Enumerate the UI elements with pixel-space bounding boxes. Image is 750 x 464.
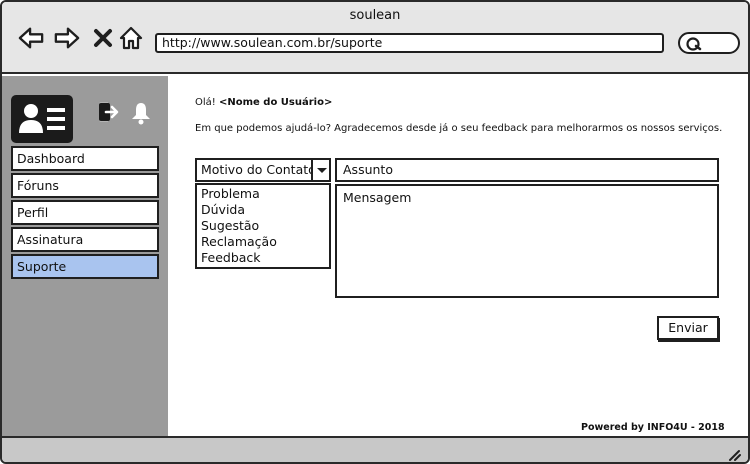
option-item[interactable]: Reclamação (201, 234, 325, 250)
help-question: Em que podemos ajudá-lo? Agradecemos des… (195, 123, 723, 134)
sidebar-item-dashboard[interactable]: Dashboard (11, 146, 159, 171)
option-item[interactable]: Feedback (201, 250, 325, 266)
contact-reason-value: Motivo do Contato (201, 162, 316, 177)
url-input[interactable]: http://www.soulean.com.br/suporte (155, 33, 664, 53)
browser-window: soulean http://www.soulean.com.br/suport… (0, 0, 750, 464)
greeting-prefix: Olá! (195, 97, 216, 108)
subject-input[interactable]: Assunto (335, 158, 719, 182)
user-name: <Nome do Usuário> (218, 97, 333, 108)
sidebar-item-suporte[interactable]: Suporte (11, 254, 159, 279)
home-icon[interactable] (118, 24, 144, 52)
bell-icon[interactable] (129, 101, 153, 129)
contact-reason-select[interactable]: Motivo do Contato (195, 158, 331, 182)
search-box[interactable] (678, 32, 740, 54)
browser-chrome: soulean http://www.soulean.com.br/suport… (2, 2, 748, 74)
send-button[interactable]: Enviar (657, 316, 719, 340)
window-title: soulean (349, 8, 401, 23)
search-icon (685, 36, 703, 56)
sidebar-item-foruns[interactable]: Fóruns (11, 173, 159, 198)
sidebar-item-perfil[interactable]: Perfil (11, 200, 159, 225)
sidebar-item-assinatura[interactable]: Assinatura (11, 227, 159, 252)
message-textarea[interactable]: Mensagem (335, 184, 719, 298)
user-card-icon[interactable] (11, 95, 73, 143)
chevron-down-icon[interactable] (311, 158, 331, 182)
status-bar (2, 436, 748, 462)
resize-grip-icon[interactable] (728, 446, 742, 462)
option-item[interactable]: Problema (201, 186, 325, 202)
sidebar-menu: Dashboard Fóruns Perfil Assinatura Supor… (11, 146, 159, 281)
sidebar: Dashboard Fóruns Perfil Assinatura Supor… (2, 76, 168, 436)
logout-icon[interactable] (98, 101, 122, 127)
arrow-left-icon[interactable] (18, 24, 44, 52)
arrow-right-icon[interactable] (54, 24, 80, 52)
option-item[interactable]: Sugestão (201, 218, 325, 234)
option-item[interactable]: Dúvida (201, 202, 325, 218)
close-icon[interactable] (90, 24, 116, 52)
greeting: Olá! <Nome do Usuário> (195, 97, 332, 108)
contact-reason-options: Problema Dúvida Sugestão Reclamação Feed… (195, 183, 331, 269)
main-content: Olá! <Nome do Usuário> Em que podemos aj… (168, 76, 748, 436)
powered-by-credit: Powered by INFO4U - 2018 (581, 422, 725, 433)
